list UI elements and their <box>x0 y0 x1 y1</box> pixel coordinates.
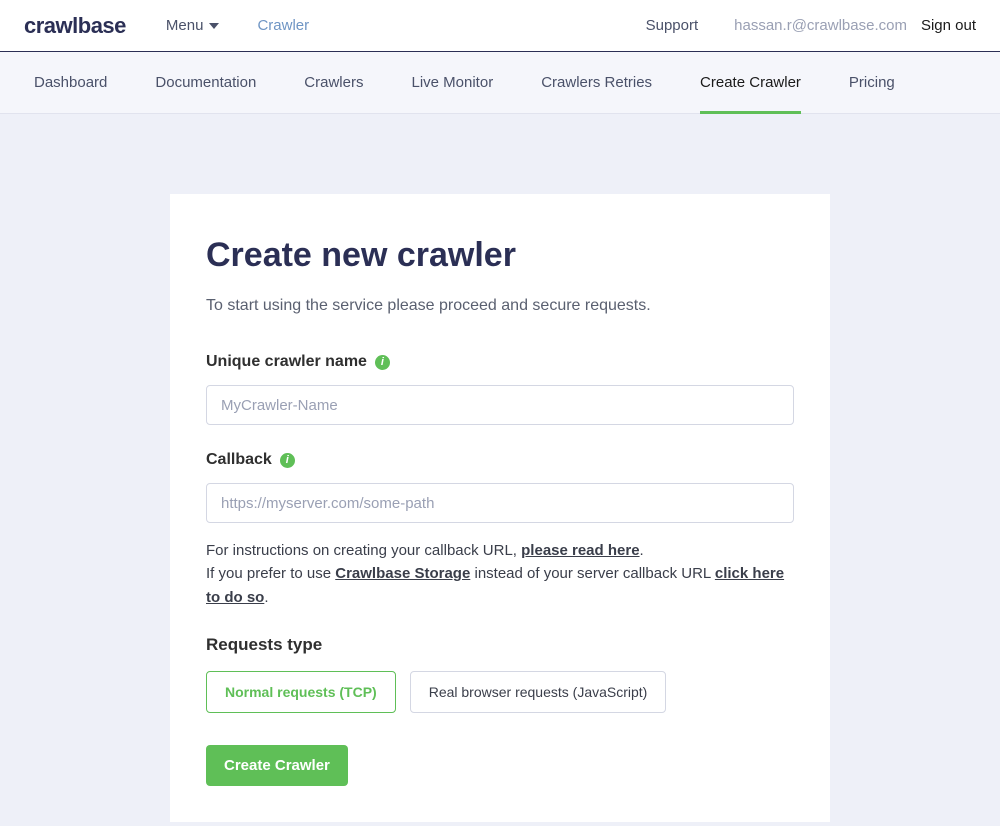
info-icon[interactable]: i <box>280 453 295 468</box>
create-crawler-card: Create new crawler To start using the se… <box>170 194 830 822</box>
logo[interactable]: crawlbase <box>24 13 126 39</box>
page-subtitle: To start using the service please procee… <box>206 297 794 315</box>
read-here-link[interactable]: please read here <box>521 542 639 559</box>
request-type-options: Normal requests (TCP) Real browser reque… <box>206 671 794 713</box>
requests-type-title: Requests type <box>206 635 794 655</box>
nav-documentation[interactable]: Documentation <box>131 52 280 113</box>
callback-label: Callback i <box>206 451 794 469</box>
nav-live-monitor[interactable]: Live Monitor <box>387 52 517 113</box>
top-bar: crawlbase Menu Crawler Support hassan.r@… <box>0 0 1000 52</box>
content: Create new crawler To start using the se… <box>0 114 1000 822</box>
crawler-link[interactable]: Crawler <box>257 17 309 34</box>
help-line2-prefix: If you prefer to use <box>206 565 335 582</box>
nav-dashboard[interactable]: Dashboard <box>10 52 131 113</box>
help-text: For instructions on creating your callba… <box>206 539 794 609</box>
help-line1-prefix: For instructions on creating your callba… <box>206 542 521 559</box>
callback-label-text: Callback <box>206 451 272 469</box>
crawler-name-input[interactable] <box>206 385 794 425</box>
help-line2-mid: instead of your server callback URL <box>470 565 715 582</box>
nav-crawlers-retries[interactable]: Crawlers Retries <box>517 52 676 113</box>
info-icon[interactable]: i <box>375 355 390 370</box>
crawler-name-label: Unique crawler name i <box>206 353 794 371</box>
nav-crawlers[interactable]: Crawlers <box>280 52 387 113</box>
nav-pricing[interactable]: Pricing <box>825 52 919 113</box>
nav-create-crawler[interactable]: Create Crawler <box>676 52 825 113</box>
page-title: Create new crawler <box>206 236 794 275</box>
crawler-name-label-text: Unique crawler name <box>206 353 367 371</box>
support-link[interactable]: Support <box>646 17 699 34</box>
chevron-down-icon <box>209 23 219 29</box>
create-crawler-button[interactable]: Create Crawler <box>206 745 348 786</box>
callback-input[interactable] <box>206 483 794 523</box>
sub-nav: Dashboard Documentation Crawlers Live Mo… <box>0 52 1000 114</box>
request-option-tcp[interactable]: Normal requests (TCP) <box>206 671 396 713</box>
request-option-js[interactable]: Real browser requests (JavaScript) <box>410 671 667 713</box>
crawlbase-storage-link[interactable]: Crawlbase Storage <box>335 565 470 582</box>
menu-dropdown[interactable]: Menu <box>166 17 220 34</box>
sign-out-link[interactable]: Sign out <box>921 17 976 34</box>
menu-label: Menu <box>166 17 204 34</box>
user-email: hassan.r@crawlbase.com <box>734 17 907 34</box>
